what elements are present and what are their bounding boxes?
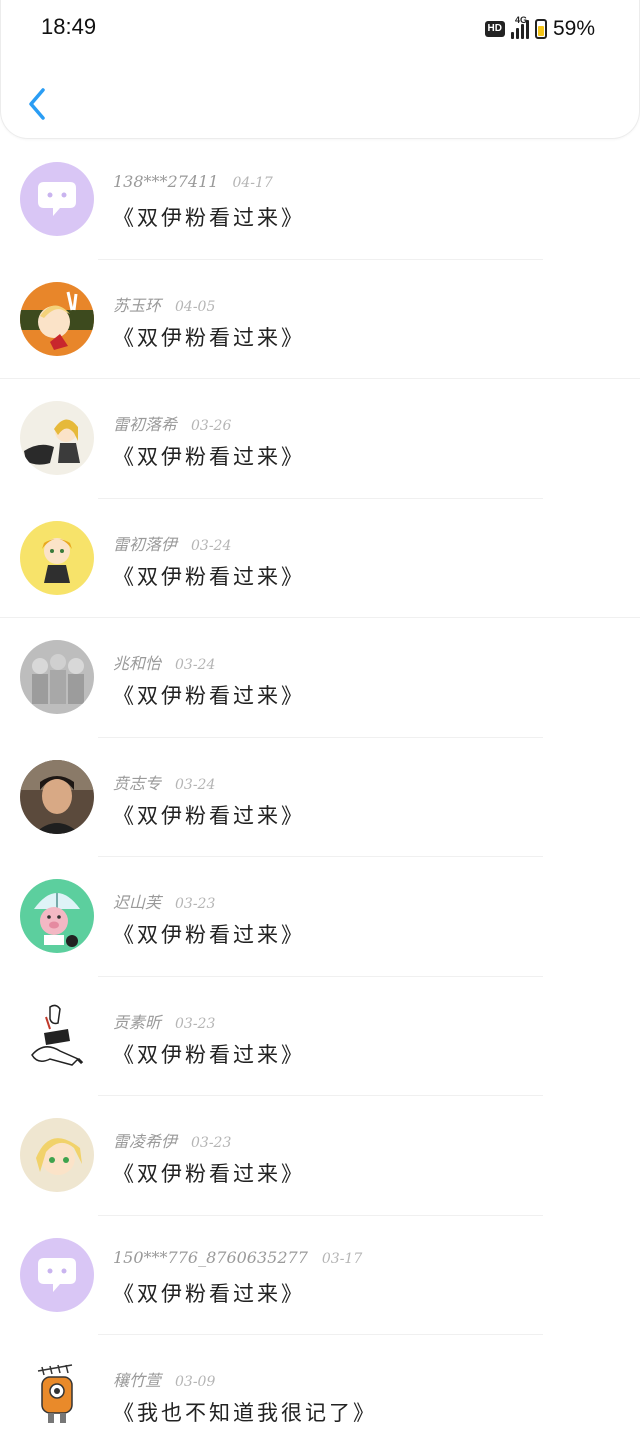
- comment-date: 03-26: [191, 418, 232, 434]
- comment-text: 《双伊粉看过来》: [113, 1042, 305, 1067]
- battery-icon: [534, 19, 547, 39]
- avatar[interactable]: [20, 759, 94, 834]
- comment-meta: 迟山芙 03-23: [113, 889, 215, 913]
- avatar[interactable]: [20, 162, 94, 236]
- list-item[interactable]: 迟山芙 03-23 《双伊粉看过来》: [0, 857, 640, 977]
- chat-bubble-icon: [20, 162, 94, 236]
- hd-icon: HD: [484, 21, 505, 37]
- comment-meta: 兆和怡 03-24: [113, 650, 215, 674]
- avatar[interactable]: [20, 281, 94, 356]
- comment-text: 《我也不知道我很记了》: [113, 1401, 377, 1425]
- comment-date: 03-17: [321, 1250, 363, 1267]
- comment-meta: 穰竹萱 03-09: [113, 1367, 215, 1391]
- comment-date: 03-23: [175, 896, 216, 912]
- anime-character-avatar: [20, 401, 94, 475]
- commenter-name: 贲志专: [113, 773, 162, 793]
- comment-date: 03-23: [191, 1135, 232, 1151]
- comment-date: 04-17: [232, 175, 273, 191]
- network-type: 4G: [514, 15, 527, 25]
- anime-character-avatar: [20, 281, 94, 356]
- avatar[interactable]: [20, 998, 94, 1073]
- cartoon-pig-avatar: [20, 879, 94, 953]
- list-item[interactable]: 雷初落伊 03-24 《双伊粉看过来》: [0, 499, 640, 618]
- avatar[interactable]: [20, 1357, 94, 1431]
- comment-text: 《双伊粉看过来》: [113, 1162, 305, 1186]
- avatar[interactable]: [20, 879, 94, 953]
- comment-meta: 雷初落希 03-26: [113, 411, 231, 435]
- comment-meta: 雷初落伊 03-24: [113, 531, 231, 555]
- status-icons: HD 4G 59%: [484, 15, 595, 42]
- photo-avatar: [20, 759, 94, 834]
- avatar[interactable]: [20, 401, 94, 475]
- comment-date: 03-24: [175, 657, 216, 673]
- list-item[interactable]: 贲志专 03-24 《双伊粉看过来》: [0, 738, 640, 857]
- commenter-name: 穰竹萱: [113, 1371, 162, 1390]
- commenter-name: 雷凌希伊: [113, 1132, 178, 1151]
- back-button[interactable]: [21, 84, 53, 124]
- comment-date: 03-24: [175, 776, 216, 793]
- anime-character-avatar: [20, 1118, 94, 1192]
- comment-text: 《双伊粉看过来》: [113, 1281, 305, 1306]
- list-item[interactable]: 贡素昕 03-23 《双伊粉看过来》: [0, 977, 640, 1096]
- avatar[interactable]: [20, 520, 94, 595]
- battery-percent: 59%: [552, 17, 595, 40]
- status-time: 18:49: [41, 14, 97, 39]
- robot-avatar: [20, 1357, 94, 1431]
- comment-text: 《双伊粉看过来》: [113, 325, 305, 350]
- chevron-left-icon: [29, 88, 45, 120]
- sketch-avatar: [20, 998, 94, 1073]
- comment-date: 03-09: [175, 1374, 216, 1390]
- commenter-name: 150***776_8760635277: [113, 1247, 308, 1267]
- comment-date: 03-24: [191, 537, 232, 554]
- list-item[interactable]: 雷凌希伊 03-23 《双伊粉看过来》: [0, 1096, 640, 1216]
- top-bar: 18:49 HD 4G 59%: [0, 0, 640, 139]
- list-item[interactable]: 苏玉环 04-05 《双伊粉看过来》: [0, 260, 640, 379]
- comment-meta: 贲志专 03-24: [113, 770, 215, 794]
- avatar[interactable]: [20, 1118, 94, 1192]
- list-item[interactable]: 150***776_8760635277 03-17 《双伊粉看过来》: [0, 1216, 640, 1335]
- signal-icon: 4G: [510, 15, 529, 39]
- comment-text: 《双伊粉看过来》: [113, 684, 305, 708]
- comment-text: 《双伊粉看过来》: [113, 803, 305, 828]
- commenter-name: 迟山芙: [113, 893, 162, 912]
- anime-character-avatar: [20, 520, 94, 595]
- commenter-name: 雷初落伊: [113, 534, 178, 554]
- avatar[interactable]: [20, 640, 94, 714]
- comment-meta: 贡素昕 03-23: [113, 1009, 215, 1033]
- comment-meta: 苏玉环 04-05: [113, 292, 215, 316]
- commenter-name: 苏玉环: [113, 295, 162, 315]
- comment-meta: 150***776_8760635277 03-17: [113, 1248, 362, 1267]
- comment-text: 《双伊粉看过来》: [113, 206, 305, 230]
- comment-date: 04-05: [175, 298, 216, 315]
- comment-text: 《双伊粉看过来》: [113, 564, 305, 589]
- commenter-name: 138***27411: [113, 172, 219, 191]
- chat-bubble-icon: [20, 1237, 94, 1312]
- list-item[interactable]: 雷初落希 03-26 《双伊粉看过来》: [0, 379, 640, 499]
- comment-list: 138***27411 04-17 《双伊粉看过来》 苏玉环 04-05 《双伊粉看…: [0, 140, 640, 1455]
- comment-date: 03-23: [175, 1015, 216, 1032]
- list-item[interactable]: 138***27411 04-17 《双伊粉看过来》: [0, 140, 640, 260]
- comment-meta: 138***27411 04-17: [113, 172, 273, 191]
- commenter-name: 兆和怡: [113, 654, 162, 673]
- commenter-name: 贡素昕: [113, 1012, 162, 1032]
- commenter-name: 雷初落希: [113, 415, 178, 434]
- list-item[interactable]: 兆和怡 03-24 《双伊粉看过来》: [0, 618, 640, 738]
- comment-text: 《双伊粉看过来》: [113, 445, 305, 469]
- comment-text: 《双伊粉看过来》: [113, 923, 305, 947]
- list-item[interactable]: 穰竹萱 03-09 《我也不知道我很记了》: [0, 1335, 640, 1455]
- avatar[interactable]: [20, 1237, 94, 1312]
- sketch-avatar: [20, 640, 94, 714]
- comment-meta: 雷凌希伊 03-23: [113, 1128, 231, 1152]
